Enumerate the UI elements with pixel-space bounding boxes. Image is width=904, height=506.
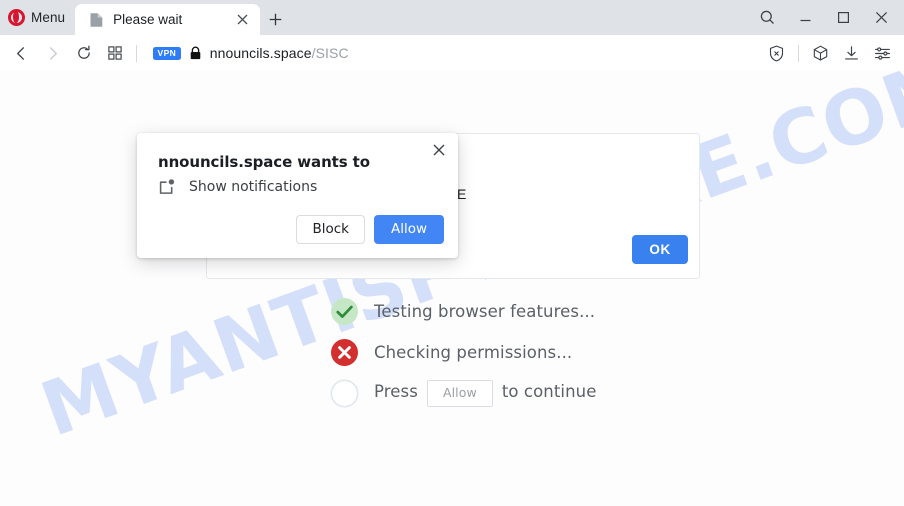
vpn-badge[interactable]: VPN [153,46,181,60]
checklist-item-testing: Testing browser features... [330,291,596,332]
notification-permission-dialog: nnouncils.space wants to Show notificati… [137,133,458,258]
checklist-label-testing: Testing browser features... [374,302,596,321]
card-partial-text: E [457,186,467,202]
notification-icon [158,178,176,196]
page-viewport: MYANTISPYWARE.COM E OK Testing browser f… [0,71,904,506]
navigation-toolbar: VPN nnouncils.space/SISC [0,35,904,71]
back-arrow-icon[interactable] [6,38,37,69]
tab-strip: Menu Please wait [0,0,904,35]
downloads-icon[interactable] [836,38,867,69]
address-bar[interactable]: VPN nnouncils.space/SISC [143,38,761,68]
inline-allow-button[interactable]: Allow [426,380,493,407]
easy-setup-icon[interactable] [867,38,898,69]
reload-icon[interactable] [68,38,99,69]
tab-grid-icon[interactable] [99,38,130,69]
toolbar-right-icons [761,38,898,69]
url-path: /SISC [311,45,349,61]
extensions-cube-icon[interactable] [805,38,836,69]
toolbar-divider [136,44,137,62]
block-button[interactable]: Block [296,214,365,244]
permission-label: Show notifications [189,179,318,195]
close-window-icon[interactable] [862,0,900,35]
browser-window: Menu Please wait VPN nnouncils.space/SIS… [0,0,904,506]
url-domain: nnouncils.space [209,45,312,61]
ok-button[interactable]: OK [632,234,688,264]
checklist: Testing browser features... Checking per… [330,291,596,414]
lock-icon[interactable] [189,46,202,60]
opera-menu-button[interactable]: Menu [0,0,75,35]
check-circle-icon [330,297,359,326]
dialog-close-icon[interactable] [428,139,450,161]
url-text[interactable]: nnouncils.space/SISC [210,45,349,61]
window-controls [748,0,904,35]
maximize-icon[interactable] [824,0,862,35]
dialog-title: nnouncils.space wants to [158,153,370,171]
search-icon[interactable] [748,0,786,35]
opera-menu-label: Menu [31,10,66,25]
to-continue-text: to continue [501,382,597,402]
press-text: Press [374,382,418,402]
tab-please-wait[interactable]: Please wait [75,4,261,35]
empty-circle-icon [330,379,359,408]
tab-title: Please wait [113,12,183,27]
permission-request-row: Show notifications [158,178,317,196]
new-tab-button[interactable] [260,4,290,35]
error-circle-icon [330,338,359,367]
dialog-actions: Block Allow [296,214,444,244]
allow-button[interactable]: Allow [373,214,444,244]
toolbar-divider-2 [798,44,799,62]
forward-arrow-icon[interactable] [37,38,68,69]
opera-logo-icon [8,9,25,26]
checklist-label-permissions: Checking permissions... [374,343,573,362]
tab-close-icon[interactable] [232,10,252,30]
ad-blocker-icon[interactable] [761,38,792,69]
checklist-item-press-allow: Press Allow to continue [330,373,596,414]
checklist-item-permissions: Checking permissions... [330,332,596,373]
page-favicon [89,12,104,28]
checklist-label-press-allow: Press Allow to continue [374,380,596,407]
minimize-icon[interactable] [786,0,824,35]
